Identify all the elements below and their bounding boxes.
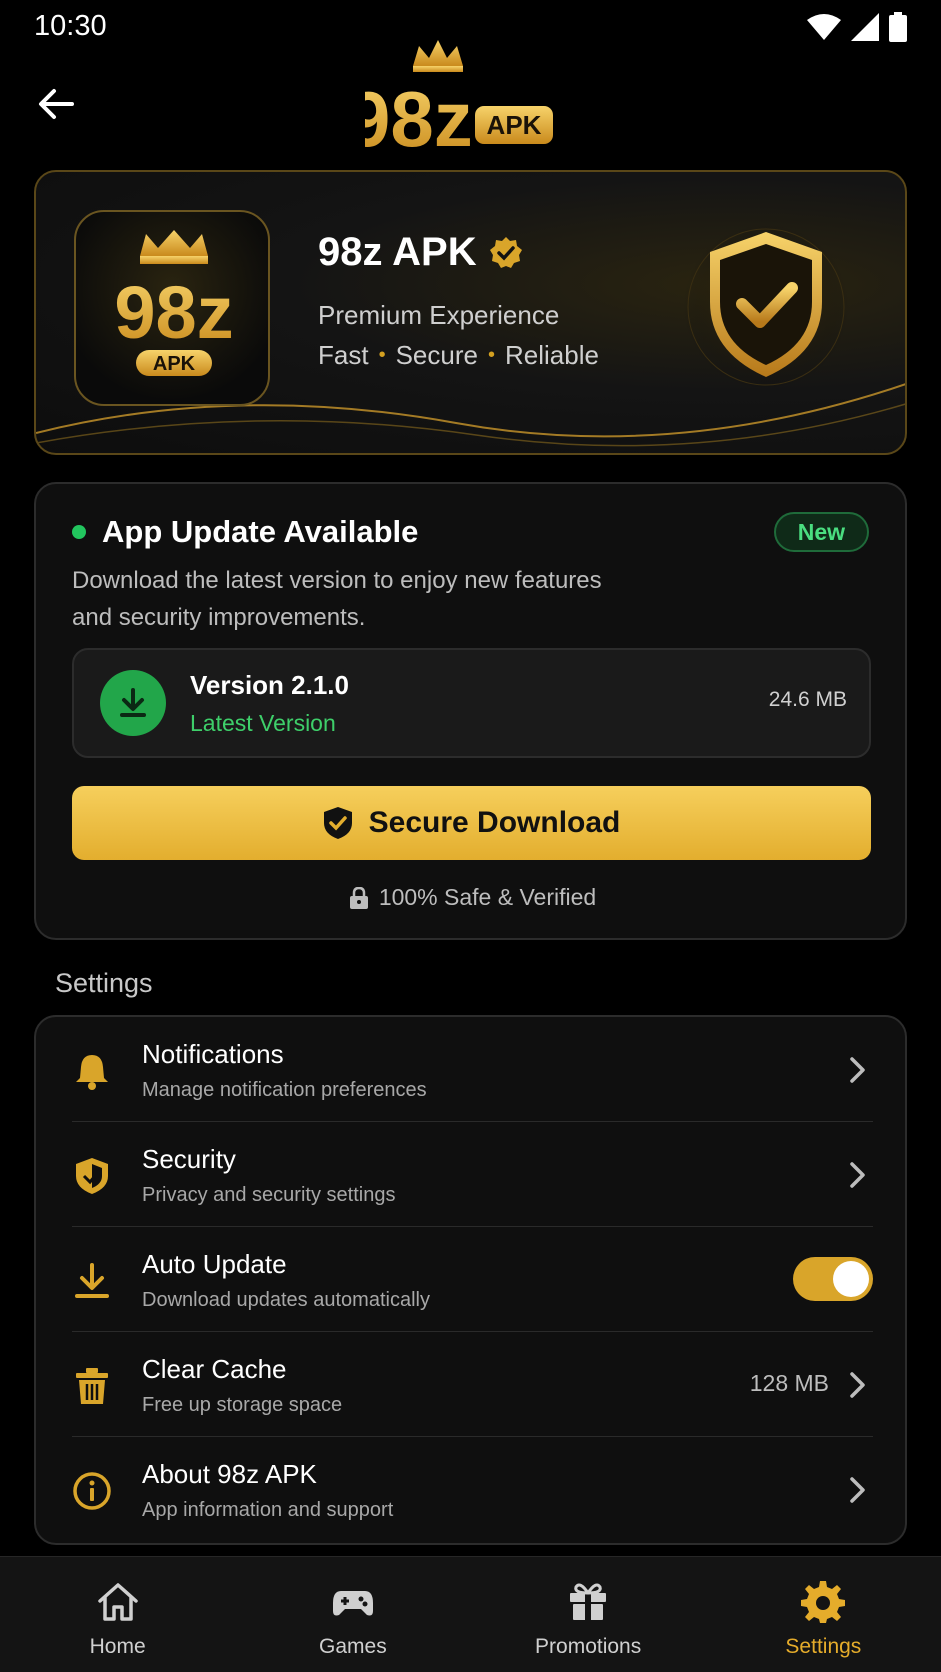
- verified-badge-icon: [489, 236, 522, 268]
- nav-label: Games: [319, 1635, 387, 1658]
- update-description: Download the latest version to enjoy new…: [72, 567, 602, 631]
- status-time: 10:30: [34, 10, 107, 42]
- version-name: Version 2.1.0: [190, 670, 349, 700]
- setting-title: Auto Update: [142, 1249, 287, 1279]
- security-shield-icon: [682, 223, 850, 391]
- file-size: 24.6 MB: [768, 688, 847, 711]
- tag-reliable: Reliable: [505, 340, 599, 370]
- update-title: App Update Available: [102, 514, 419, 549]
- download-icon: [75, 1263, 109, 1298]
- status-dot: [72, 525, 86, 539]
- version-info: Version 2.1.0 Latest Version 24.6 MB: [72, 648, 871, 758]
- setting-title: About 98z APK: [142, 1459, 317, 1489]
- app-title: 98z APK: [318, 230, 477, 274]
- setting-desc: Privacy and security settings: [142, 1184, 396, 1206]
- setting-desc: Free up storage space: [142, 1394, 343, 1416]
- new-badge: New: [773, 512, 869, 552]
- setting-about[interactable]: About 98z APK App information and suppor…: [36, 1437, 909, 1542]
- setting-title: Notifications: [142, 1039, 284, 1069]
- setting-desc: Manage notification preferences: [142, 1079, 427, 1101]
- settings-heading: Settings: [55, 968, 153, 998]
- dot-separator: •: [378, 344, 386, 366]
- nav-label: Home: [89, 1635, 146, 1658]
- lock-icon: [349, 886, 368, 909]
- nav-home[interactable]: Home: [0, 1557, 235, 1672]
- setting-auto-update: Auto Update Download updates automatical…: [36, 1227, 909, 1332]
- battery-icon: [889, 12, 907, 42]
- safe-verified: 100% Safe & Verified: [36, 884, 909, 911]
- cache-size: 128 MB: [749, 1370, 829, 1396]
- app-tags: Fast • Secure • Reliable: [318, 340, 599, 371]
- settings-list: Notifications Manage notification prefer…: [34, 1015, 907, 1545]
- hero-title-row: 98z APK: [318, 230, 523, 275]
- header: 98z APK: [0, 40, 941, 158]
- app-subtitle: Premium Experience: [318, 300, 560, 330]
- update-title-row: App Update Available: [72, 514, 418, 550]
- tag-secure: Secure: [395, 340, 478, 370]
- safe-text: 100% Safe & Verified: [378, 884, 597, 910]
- app-icon: 98z APK: [74, 210, 270, 406]
- crown-icon: [413, 40, 463, 66]
- nav-label: Settings: [785, 1635, 862, 1658]
- chevron-right-icon: [850, 1477, 865, 1503]
- setting-security[interactable]: Security Privacy and security settings: [36, 1122, 909, 1227]
- app-icon-badge: APK: [153, 353, 196, 375]
- download-label: Secure Download: [368, 806, 621, 839]
- app-icon-graphic: 98z APK: [114, 230, 234, 376]
- setting-title: Clear Cache: [142, 1354, 287, 1384]
- bell-icon: [76, 1055, 108, 1090]
- dot-separator: •: [487, 344, 495, 366]
- setting-clear-cache[interactable]: Clear Cache Free up storage space 128 MB: [36, 1332, 909, 1437]
- setting-title: Security: [142, 1144, 236, 1174]
- download-icon: [100, 670, 166, 736]
- logo-text: 98z: [365, 75, 473, 158]
- info-icon: [73, 1472, 111, 1510]
- chevron-right-icon: [850, 1372, 865, 1398]
- wifi-icon: [807, 14, 841, 40]
- nav-label: Promotions: [535, 1635, 642, 1658]
- nav-settings[interactable]: Settings: [706, 1557, 941, 1672]
- gamepad-icon: [332, 1591, 373, 1616]
- shield-icon: [76, 1158, 108, 1194]
- signal-icon: [851, 13, 879, 41]
- setting-notifications[interactable]: Notifications Manage notification prefer…: [36, 1017, 909, 1122]
- toggle-knob: [833, 1261, 869, 1297]
- back-arrow-icon[interactable]: [34, 82, 78, 126]
- version-status: Latest Version: [190, 710, 336, 736]
- auto-update-toggle[interactable]: [793, 1257, 873, 1301]
- nav-games[interactable]: Games: [235, 1557, 470, 1672]
- setting-desc: App information and support: [142, 1499, 394, 1521]
- gear-icon: [801, 1581, 846, 1623]
- app-logo: 98z APK: [365, 40, 553, 158]
- setting-desc: Download updates automatically: [142, 1289, 430, 1311]
- shield-check-icon: [323, 807, 352, 839]
- app-icon-text: 98z: [114, 271, 233, 354]
- secure-download-button[interactable]: Secure Download: [72, 786, 871, 860]
- bottom-nav: Home Games Promotions Settings: [0, 1556, 941, 1672]
- hero-card: 98z APK 98z APK Premium Experience Fast …: [34, 170, 907, 455]
- chevron-right-icon: [850, 1057, 865, 1083]
- trash-icon: [76, 1368, 108, 1404]
- gift-icon: [570, 1583, 607, 1620]
- nav-promotions[interactable]: Promotions: [471, 1557, 706, 1672]
- logo-badge: APK: [487, 110, 542, 140]
- tag-fast: Fast: [318, 340, 369, 370]
- home-icon: [97, 1583, 138, 1621]
- update-card: App Update Available New Download the la…: [34, 482, 907, 940]
- chevron-right-icon: [850, 1162, 865, 1188]
- status-icons: [807, 12, 907, 42]
